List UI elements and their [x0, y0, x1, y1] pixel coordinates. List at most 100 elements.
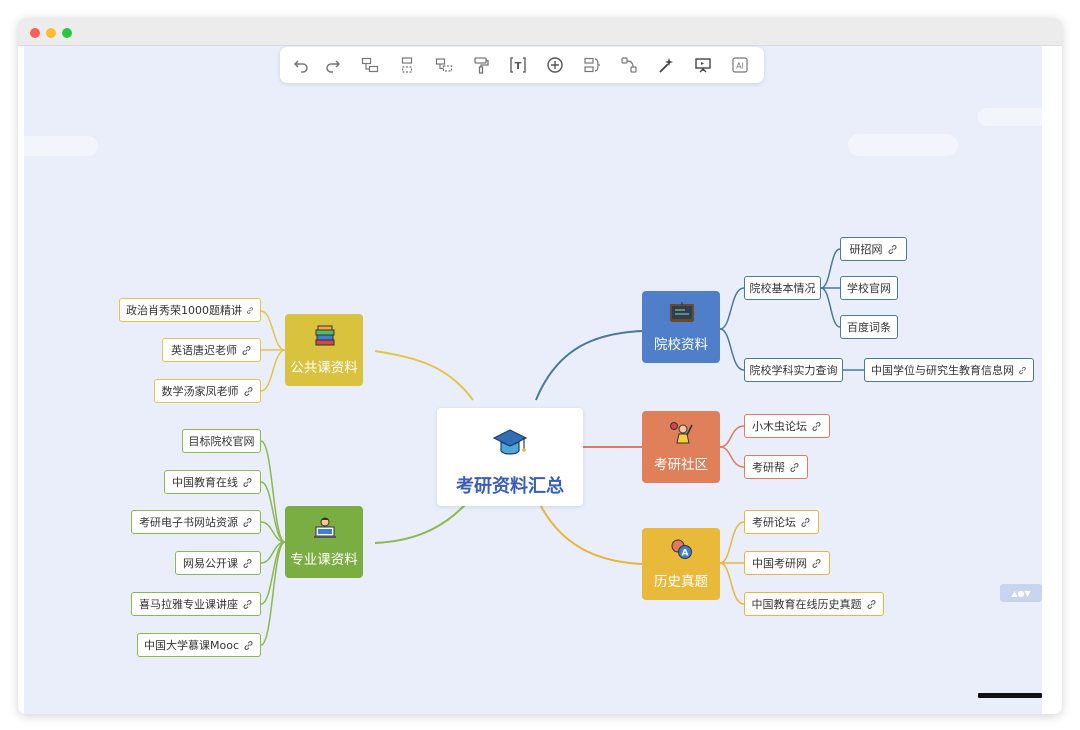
hyperlink-icon[interactable]: [242, 477, 253, 488]
leaf-exam-3[interactable]: 中国教育在线历史真题: [744, 592, 884, 616]
insert-button[interactable]: [542, 52, 568, 78]
leaf-community-2[interactable]: 考研帮: [744, 455, 808, 479]
leaf-major-4[interactable]: 网易公开课: [175, 551, 261, 575]
link-central-exam: [535, 495, 643, 565]
relationship-icon: [621, 57, 637, 73]
zoom-navigator-glyphs: ▲●▼: [1011, 588, 1031, 598]
link-community-leaf-2: [719, 446, 745, 468]
zoom-navigator[interactable]: ▲●▼: [1000, 584, 1042, 602]
text-button[interactable]: T: [505, 52, 531, 78]
format-painter-icon: [474, 57, 489, 74]
leaf-public-2[interactable]: 英语唐迟老师: [162, 338, 261, 362]
subtopic-icon: [361, 57, 379, 73]
leaf-public-3-label: 数学汤家凤老师: [161, 385, 239, 398]
horizontal-scrollbar[interactable]: [978, 693, 1042, 698]
leaf-school-baidu-label: 百度词条: [847, 321, 891, 334]
magic-wand-icon: [659, 58, 673, 73]
format-painter-button[interactable]: [468, 52, 494, 78]
blackboard-icon: [669, 301, 695, 329]
leaf-major-4-label: 网易公开课: [183, 557, 238, 570]
relationship-button[interactable]: [616, 52, 642, 78]
hyperlink-icon[interactable]: [243, 640, 254, 651]
leaf-community-1[interactable]: 小木虫论坛: [744, 414, 830, 438]
presentation-button[interactable]: [690, 52, 716, 78]
hyperlink-icon[interactable]: [242, 599, 253, 610]
leaf-school-degree-site[interactable]: 中国学位与研究生教育信息网: [864, 358, 1034, 382]
title-bar: [18, 18, 1062, 46]
link-exam-leaf-3: [719, 562, 745, 605]
summary-icon: [584, 57, 600, 73]
mindmap-canvas[interactable]: 考研资料汇总 公共课资料 专业课资料 院校资料 考研社区 A 历史真题 政治肖秀…: [18, 46, 1062, 714]
central-topic[interactable]: 考研资料汇总: [437, 408, 583, 506]
ai-button[interactable]: AI: [727, 52, 753, 78]
leaf-exam-2[interactable]: 中国考研网: [744, 551, 830, 575]
leaf-major-5[interactable]: 喜马拉雅专业课讲座: [131, 592, 261, 616]
hyperlink-icon[interactable]: [1018, 365, 1027, 376]
leaf-school-official-site[interactable]: 学校官网: [840, 276, 898, 300]
close-window-button[interactable]: [30, 28, 40, 38]
hyperlink-icon[interactable]: [242, 517, 253, 528]
topic-past-exams[interactable]: A 历史真题: [642, 528, 720, 600]
topic-public-label: 公共课资料: [290, 360, 358, 376]
topic-school-info[interactable]: 院校资料: [642, 291, 720, 363]
topic-community-label: 考研社区: [654, 457, 708, 473]
link-school-grandchild-1: [820, 248, 841, 289]
leaf-school-baidu[interactable]: 百度词条: [840, 315, 898, 339]
leaf-major-1[interactable]: 目标院校官网: [182, 429, 261, 453]
link-school-child-2: [719, 328, 745, 371]
leaf-major-2[interactable]: 中国教育在线: [164, 470, 261, 494]
topic-major-courses[interactable]: 专业课资料: [285, 506, 363, 578]
parent-topic-button[interactable]: [431, 52, 457, 78]
link-exam-leaf-1: [719, 521, 745, 564]
hyperlink-icon[interactable]: [811, 558, 822, 569]
leaf-school-strength[interactable]: 院校学科实力查询: [744, 358, 843, 382]
link-major-leaf-1: [260, 440, 286, 543]
link-central-public: [374, 350, 474, 401]
leaf-school-basic-info[interactable]: 院校基本情况: [744, 276, 821, 300]
right-edge-panel: [1042, 46, 1062, 714]
leaf-school-degree-site-label: 中国学位与研究生教育信息网: [871, 364, 1014, 377]
hyperlink-icon[interactable]: [887, 244, 898, 255]
hyperlink-icon[interactable]: [243, 386, 254, 397]
leaf-public-3[interactable]: 数学汤家凤老师: [154, 379, 261, 403]
leaf-major-2-label: 中国教育在线: [172, 476, 238, 489]
hyperlink-icon[interactable]: [800, 517, 811, 528]
link-public-leaf-3: [260, 349, 286, 392]
redo-button[interactable]: [320, 52, 346, 78]
parent-topic-icon: [435, 58, 453, 72]
leaf-public-1[interactable]: 政治肖秀荣1000题精讲: [119, 298, 261, 322]
sibling-topic-button[interactable]: [394, 52, 420, 78]
summary-button[interactable]: [579, 52, 605, 78]
hyperlink-icon[interactable]: [246, 305, 254, 316]
leaf-exam-1-label: 考研论坛: [752, 516, 796, 529]
leaf-public-2-label: 英语唐迟老师: [171, 344, 237, 357]
leaf-major-6[interactable]: 中国大学慕课Mooc: [137, 633, 261, 657]
leaf-major-3[interactable]: 考研电子书网站资源: [131, 510, 261, 534]
svg-text:T: T: [515, 61, 522, 72]
magic-wand-button[interactable]: [653, 52, 679, 78]
app-window: 考研资料汇总 公共课资料 专业课资料 院校资料 考研社区 A 历史真题 政治肖秀…: [18, 18, 1062, 714]
leaf-school-yanzhao[interactable]: 研招网: [840, 237, 907, 261]
topic-community[interactable]: 考研社区: [642, 411, 720, 483]
teacher-laptop-icon: [312, 516, 338, 544]
topic-school-label: 院校资料: [654, 337, 708, 353]
top-toolbar: T AI: [280, 47, 764, 83]
presentation-icon: [695, 58, 711, 73]
maximize-window-button[interactable]: [62, 28, 72, 38]
topic-public-courses[interactable]: 公共课资料: [285, 314, 363, 386]
minimize-window-button[interactable]: [46, 28, 56, 38]
hyperlink-icon[interactable]: [242, 558, 253, 569]
leaf-public-1-label: 政治肖秀荣1000题精讲: [126, 304, 242, 317]
undo-button[interactable]: [288, 52, 314, 78]
leaf-school-yanzhao-label: 研招网: [849, 243, 883, 256]
leaf-exam-1[interactable]: 考研论坛: [744, 510, 819, 534]
redo-icon: [326, 60, 341, 73]
quiz-bubbles-icon: A: [669, 538, 695, 566]
hyperlink-icon[interactable]: [811, 421, 822, 432]
hyperlink-icon[interactable]: [241, 345, 252, 356]
leaf-school-basic-info-label: 院校基本情况: [749, 282, 816, 295]
hyperlink-icon[interactable]: [789, 462, 800, 473]
hyperlink-icon[interactable]: [866, 599, 877, 610]
subtopic-button[interactable]: [357, 52, 383, 78]
leaf-major-6-label: 中国大学慕课Mooc: [144, 639, 239, 652]
